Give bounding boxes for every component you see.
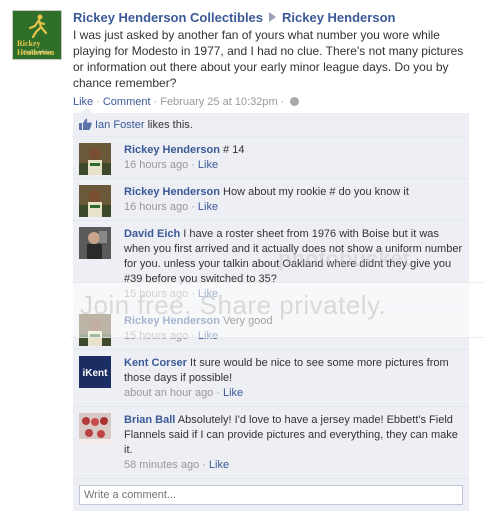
comment-meta: about an hour ago · Like <box>124 386 463 401</box>
comment-item: Rickey Henderson # 14 16 hours ago · Like <box>73 137 469 179</box>
comment-content: Rickey Henderson How about my rookie # d… <box>124 185 463 215</box>
comment-item: iKent Kent Corser It sure would be nice t… <box>73 350 469 407</box>
comment-time[interactable]: 16 hours ago <box>124 201 188 213</box>
likes-suffix: likes this. <box>144 119 193 131</box>
baseball-player-logo-icon <box>28 14 48 38</box>
target-name-link[interactable]: Rickey Henderson <box>282 10 395 25</box>
separator: · <box>216 387 220 399</box>
watermark-logo: photobucket <box>278 246 410 271</box>
comment-like-link[interactable]: Like <box>223 387 243 399</box>
separator: · <box>191 159 195 171</box>
watermark-text: Join free. Share privately. <box>80 290 387 320</box>
comment-link[interactable]: Comment <box>103 96 151 108</box>
commenter-avatar[interactable] <box>79 143 111 175</box>
story-body: Rickey Henderson Collectibles Rickey Hend… <box>73 10 473 109</box>
comment-meta: 58 minutes ago · Like <box>124 458 463 473</box>
commenter-avatar[interactable] <box>79 413 111 445</box>
separator: · <box>153 96 158 108</box>
write-comment-input[interactable] <box>79 485 463 505</box>
comment-author-link[interactable]: Brian Ball <box>124 414 175 426</box>
story-header: Rickey Henderson Collectibles Rickey Hend… <box>73 10 473 26</box>
story-actions: Like · Comment · February 25 at 10:32pm · <box>73 95 473 109</box>
page-name-link[interactable]: Rickey Henderson Collectibles <box>73 10 263 25</box>
commenter-avatar[interactable] <box>79 227 111 259</box>
timestamp-link[interactable]: February 25 at 10:32pm <box>160 96 277 108</box>
comment-content: Brian Ball Absolutely! I'd love to have … <box>124 413 463 473</box>
thumbs-up-icon <box>79 118 92 130</box>
separator: · <box>96 96 100 108</box>
commenter-avatar[interactable]: iKent <box>79 356 111 388</box>
svg-text:iKent: iKent <box>83 368 109 379</box>
separator: · <box>191 201 195 213</box>
likes-row: Ian Foster likes this. <box>73 113 469 137</box>
comment-time[interactable]: 58 minutes ago <box>124 459 199 471</box>
comment-text: Absolutely! I'd love to have a jersey ma… <box>124 414 458 456</box>
arrow-right-icon <box>269 12 277 22</box>
commenter-avatar[interactable] <box>79 185 111 217</box>
logo-subtext: Collectibles <box>23 50 52 56</box>
comment-author-link[interactable]: Rickey Henderson <box>124 186 220 198</box>
comment-content: Kent Corser It sure would be nice to see… <box>124 356 463 401</box>
story-message: I was just asked by another fan of yours… <box>73 28 464 90</box>
comment-meta: 16 hours ago · Like <box>124 158 463 173</box>
comment-text: How about my rookie # do you know it <box>219 186 409 198</box>
liker-name-link[interactable]: Ian Foster <box>95 119 145 131</box>
globe-icon[interactable] <box>290 97 300 106</box>
comment-time[interactable]: about an hour ago <box>124 387 213 399</box>
separator: · <box>280 96 285 108</box>
comment-author-link[interactable]: Rickey Henderson <box>124 144 220 156</box>
comment-author-link[interactable]: Kent Corser <box>124 357 187 369</box>
comment-time[interactable]: 16 hours ago <box>124 159 188 171</box>
write-comment-row <box>73 479 469 511</box>
comment-like-link[interactable]: Like <box>198 159 218 171</box>
comment-text: # 14 <box>219 144 245 156</box>
separator: · <box>202 459 206 471</box>
comment-author-link[interactable]: David Eich <box>124 228 180 240</box>
ufi-caret <box>81 107 93 113</box>
page-avatar[interactable]: Rickey Henderson Collectibles <box>12 10 62 60</box>
comment-like-link[interactable]: Like <box>209 459 229 471</box>
comment-meta: 16 hours ago · Like <box>124 200 463 215</box>
comment-like-link[interactable]: Like <box>198 201 218 213</box>
comment-content: Rickey Henderson # 14 16 hours ago · Like <box>124 143 463 173</box>
comment-item: Rickey Henderson How about my rookie # d… <box>73 179 469 221</box>
comment-item: Brian Ball Absolutely! I'd love to have … <box>73 407 469 479</box>
